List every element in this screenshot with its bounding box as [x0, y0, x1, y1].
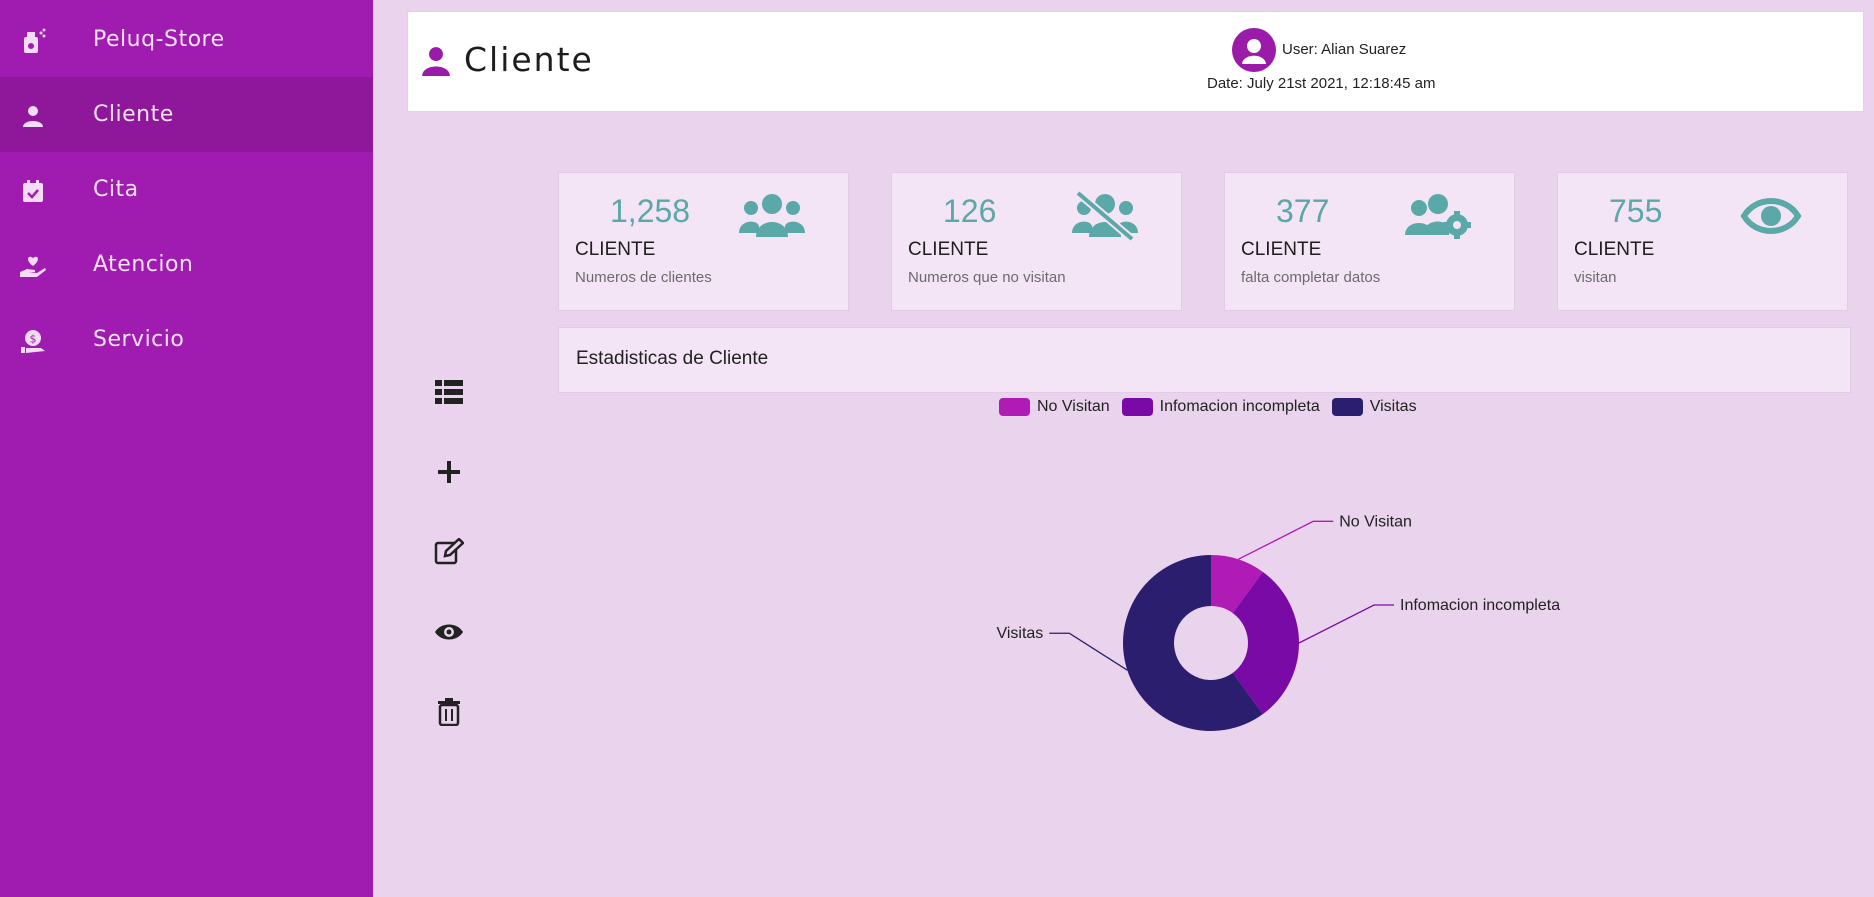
user-name: User: Alian Suarez	[1282, 41, 1407, 58]
stat-caption: CLIENTE	[1241, 239, 1322, 260]
stat-subtitle: visitan	[1574, 269, 1617, 286]
stats-title: Estadisticas de Cliente	[576, 348, 769, 369]
edit-icon[interactable]	[432, 535, 466, 569]
legend-swatch	[1331, 398, 1363, 416]
legend-item-visitas[interactable]: Visitas	[1331, 398, 1417, 416]
users-slash-icon	[1072, 189, 1138, 243]
legend-swatch	[1121, 398, 1153, 416]
stat-value: 377	[1276, 193, 1330, 229]
stat-card-no-visitan: 126 CLIENTE Numeros que no visitan	[891, 172, 1182, 311]
sidebar-item-label: Cliente	[93, 102, 174, 127]
trash-icon[interactable]	[432, 695, 466, 729]
stats-panel: Estadisticas de Cliente	[558, 327, 1851, 393]
sidebar-brand[interactable]: Peluq-Store	[0, 2, 373, 77]
money-hand-icon: $	[18, 328, 48, 354]
donut-slice[interactable]	[1232, 571, 1299, 715]
eye-icon	[1738, 191, 1804, 241]
users-cog-icon	[1405, 191, 1471, 241]
user-icon	[18, 103, 48, 129]
sidebar-item-servicio[interactable]: $ Servicio	[0, 302, 373, 377]
stat-caption: CLIENTE	[908, 239, 989, 260]
sidebar-item-cita[interactable]: Cita	[0, 152, 373, 227]
leader-line	[1298, 604, 1394, 644]
eye-icon[interactable]	[432, 615, 466, 649]
stat-caption: CLIENTE	[575, 239, 656, 260]
slice-label: No Visitan	[1339, 513, 1412, 530]
leader-line	[1237, 520, 1334, 560]
legend-item-no-visitan[interactable]: No Visitan	[999, 398, 1110, 416]
current-date: Date: July 21st 2021, 12:18:45 am	[1207, 75, 1436, 92]
leader-line	[1049, 632, 1128, 671]
list-icon[interactable]	[432, 375, 466, 409]
svg-text:$: $	[30, 333, 37, 346]
stat-subtitle: Numeros que no visitan	[908, 269, 1066, 286]
stat-subtitle: falta completar datos	[1241, 269, 1381, 286]
donut-slice[interactable]	[1122, 555, 1263, 732]
sidebar-item-label: Atencion	[93, 252, 194, 277]
page-title: Cliente	[464, 40, 594, 79]
stat-value: 1,258	[610, 193, 691, 229]
stat-card-visitan: 755 CLIENTE visitan	[1557, 172, 1848, 311]
users-icon	[739, 191, 805, 241]
slice-label: Infomacion incompleta	[1400, 597, 1560, 614]
stat-caption: CLIENTE	[1574, 239, 1655, 260]
sidebar-item-label: Servicio	[93, 327, 185, 352]
legend-swatch	[999, 398, 1030, 416]
page-header: Cliente User: Alian Suarez Date: July 21…	[407, 11, 1864, 112]
stat-value: 126	[943, 193, 997, 229]
sidebar-item-label: Cita	[93, 177, 139, 202]
stat-subtitle: Numeros de clientes	[575, 269, 712, 286]
user-icon	[422, 46, 450, 80]
plus-icon[interactable]	[432, 455, 466, 489]
legend-label: No Visitan	[1037, 398, 1110, 415]
stat-card-clientes: 1,258 CLIENTE Numeros de clientes	[558, 172, 849, 311]
donut-slice[interactable]	[1211, 555, 1263, 614]
chart-legend: No Visitan Infomacion incompleta Visitas	[999, 398, 1417, 416]
slice-label: Visitas	[996, 625, 1043, 642]
stat-value: 755	[1609, 193, 1663, 229]
hand-holding-heart-icon	[18, 253, 48, 279]
legend-label: Visitas	[1369, 398, 1417, 415]
calendar-check-icon	[18, 178, 48, 204]
legend-label: Infomacion incompleta	[1159, 398, 1320, 415]
brand-label: Peluq-Store	[93, 27, 225, 52]
legend-item-incompleta[interactable]: Infomacion incompleta	[1121, 398, 1320, 416]
user-avatar-icon[interactable]	[1232, 28, 1276, 72]
sidebar: Peluq-Store Cliente Cita Atencion $ Serv…	[0, 0, 373, 897]
stat-card-incompletos: 377 CLIENTE falta completar datos	[1224, 172, 1515, 311]
spray-bottle-icon	[18, 28, 48, 54]
sidebar-item-atencion[interactable]: Atencion	[0, 227, 373, 302]
sidebar-item-cliente[interactable]: Cliente	[0, 77, 373, 152]
